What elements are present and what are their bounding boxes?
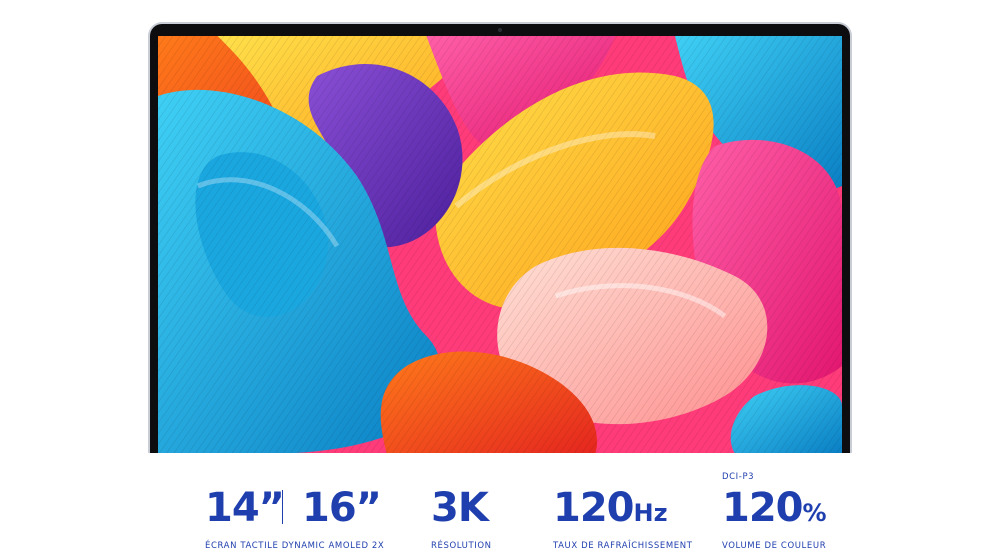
- wallpaper-artwork: [158, 36, 842, 453]
- refresh-unit: Hz: [633, 499, 668, 527]
- size-caption: ÉCRAN TACTILE DYNAMIC AMOLED 2X: [205, 541, 385, 551]
- spec-refresh-rate: 120Hz: [553, 488, 668, 528]
- spec-screen-size-large: 16”: [302, 485, 382, 531]
- resolution-caption: RÉSOLUTION: [431, 541, 492, 551]
- resolution-value: 3K: [431, 485, 489, 531]
- refresh-value: 120: [553, 485, 634, 531]
- spec-color-prefix: DCI-P3: [722, 472, 754, 482]
- size-divider: [282, 490, 283, 524]
- spec-screen-size-caption: ÉCRAN TACTILE DYNAMIC AMOLED 2X: [205, 541, 384, 551]
- spec-resolution-caption: RÉSOLUTION: [431, 541, 492, 551]
- size-14-value: 14”: [205, 485, 285, 531]
- webcam-icon: [498, 28, 502, 32]
- size-16-value: 16”: [302, 485, 382, 531]
- color-prefix: DCI-P3: [722, 472, 755, 482]
- laptop-bezel: [150, 24, 850, 453]
- color-unit: %: [802, 499, 827, 527]
- refresh-caption: TAUX DE RAFRAÎCHISSEMENT: [553, 541, 693, 551]
- color-caption: VOLUME DE COULEUR: [722, 541, 827, 551]
- spec-color-caption: VOLUME DE COULEUR: [722, 541, 826, 551]
- color-value: 120: [722, 485, 803, 531]
- laptop-screen: [158, 36, 842, 453]
- product-display-section: 14” 16” ÉCRAN TACTILE DYNAMIC AMOLED 2X …: [0, 0, 1000, 555]
- spec-color-volume: 120%: [722, 488, 827, 528]
- spec-refresh-caption: TAUX DE RAFRAÎCHISSEMENT: [553, 541, 693, 551]
- spec-resolution: 3K: [431, 485, 489, 531]
- laptop-image: [148, 22, 852, 453]
- spec-screen-size: 14”: [205, 485, 285, 531]
